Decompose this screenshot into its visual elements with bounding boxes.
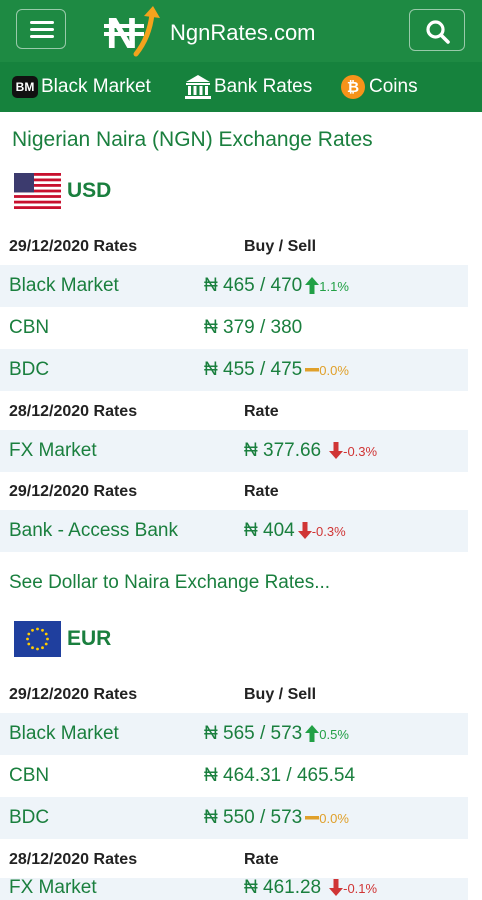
rate-value-text: ₦ 565 / 573 bbox=[204, 723, 303, 744]
search-icon bbox=[426, 20, 450, 44]
rate-value-text: ₦ 377.66 bbox=[244, 440, 322, 461]
rate-label: FX Market bbox=[9, 878, 97, 898]
rates-column-title: Rate bbox=[244, 851, 279, 868]
bitcoin-icon: ₿ bbox=[341, 75, 365, 99]
rates-column-title: Rate bbox=[244, 483, 279, 500]
rate-row-bdc[interactable]: BDC ₦ 455 / 475 0.0% bbox=[0, 349, 468, 391]
logo-icon[interactable]: N bbox=[104, 4, 162, 58]
menu-icon bbox=[30, 21, 54, 24]
rate-row-bdc[interactable]: BDC ₦ 550 / 573 0.0% bbox=[0, 797, 468, 839]
rates-header: 29/12/2020 Rates Buy / Sell bbox=[0, 229, 468, 265]
bm-icon: BM bbox=[12, 76, 38, 98]
rates-header: 29/12/2020 Rates Buy / Sell bbox=[0, 677, 468, 713]
nav-item-label: Coins bbox=[369, 76, 418, 97]
menu-button[interactable] bbox=[16, 9, 66, 49]
rate-value: ₦ 379 / 380 bbox=[204, 317, 303, 338]
rate-change: 0.5% bbox=[319, 727, 349, 742]
menu-icon-line bbox=[30, 28, 54, 31]
rate-label: Bank - Access Bank bbox=[9, 520, 178, 541]
rate-row-cbn[interactable]: CBN ₦ 379 / 380 bbox=[0, 307, 468, 349]
top-bar: N NgnRates.com bbox=[0, 0, 482, 62]
rate-value: ₦ 565 / 573 0.5% bbox=[204, 713, 349, 756]
currency-code: USD bbox=[67, 179, 112, 202]
arrow-down-icon bbox=[329, 879, 344, 897]
rates-column-title: Buy / Sell bbox=[244, 686, 317, 703]
rate-label: Black Market bbox=[9, 275, 119, 296]
rate-value-text: ₦ 455 / 475 bbox=[204, 359, 303, 380]
rate-label: CBN bbox=[9, 317, 50, 338]
rates-header: 29/12/2020 Rates Rate bbox=[0, 474, 468, 510]
eu-flag-icon bbox=[14, 621, 61, 657]
rate-change: 0.0% bbox=[319, 363, 349, 378]
dash-icon bbox=[305, 367, 320, 372]
currency-heading-usd[interactable]: USD bbox=[14, 171, 111, 211]
rates-header: 28/12/2020 Rates Rate bbox=[0, 394, 468, 430]
rates-header: 28/12/2020 Rates Rate bbox=[0, 842, 468, 878]
rates-date: 29/12/2020 Rates bbox=[9, 238, 138, 255]
currency-heading-eur[interactable]: EUR bbox=[14, 619, 111, 659]
rate-value-text: ₦ 461.28 bbox=[244, 878, 322, 898]
rate-value-text: ₦ 550 / 573 bbox=[204, 807, 303, 828]
rate-row-cbn[interactable]: CBN ₦ 464.31 / 465.54 bbox=[0, 755, 468, 797]
rate-value: ₦ 377.66 -0.3% bbox=[244, 430, 377, 473]
rate-change: -0.1% bbox=[343, 881, 378, 896]
rate-value-text: ₦ 465 / 470 bbox=[204, 275, 303, 296]
dash-icon bbox=[305, 815, 320, 820]
rate-label: BDC bbox=[9, 807, 50, 828]
rate-change: 1.1% bbox=[319, 279, 349, 294]
arrow-down-icon bbox=[329, 442, 344, 460]
nav-item-label: Black Market bbox=[41, 76, 151, 97]
rate-label: CBN bbox=[9, 765, 50, 786]
rate-label: BDC bbox=[9, 359, 50, 380]
rate-change: -0.3% bbox=[343, 444, 378, 459]
nav-item-label: Bank Rates bbox=[214, 76, 313, 97]
see-dollar-rates-link[interactable]: See Dollar to Naira Exchange Rates... bbox=[9, 572, 330, 594]
rates-date: 29/12/2020 Rates bbox=[9, 483, 138, 500]
nav-item-black-market[interactable]: BM Black Market bbox=[12, 62, 151, 112]
rate-value: ₦ 455 / 475 0.0% bbox=[204, 349, 349, 392]
nav-item-coins[interactable]: ₿ Coins bbox=[341, 62, 418, 112]
arrow-down-icon bbox=[297, 522, 312, 540]
rate-value: ₦ 465 / 470 1.1% bbox=[204, 265, 349, 308]
arrow-up-icon bbox=[305, 725, 320, 743]
rates-date: 29/12/2020 Rates bbox=[9, 686, 138, 703]
page-title: Nigerian Naira (NGN) Exchange Rates bbox=[12, 128, 373, 151]
rate-value: ₦ 404 -0.3% bbox=[244, 510, 346, 553]
rates-column-title: Rate bbox=[244, 403, 279, 420]
rate-value: ₦ 464.31 / 465.54 bbox=[204, 765, 356, 786]
rate-value: ₦ 461.28 -0.1% bbox=[244, 878, 377, 900]
nav-item-bank-rates[interactable]: Bank Rates bbox=[184, 62, 312, 112]
rate-change: 0.0% bbox=[319, 811, 349, 826]
rate-value-text: ₦ 404 bbox=[244, 520, 295, 541]
rates-date: 28/12/2020 Rates bbox=[9, 851, 138, 868]
rate-row-black-market[interactable]: Black Market ₦ 465 / 470 1.1% bbox=[0, 265, 468, 307]
arrow-up-icon bbox=[305, 277, 320, 295]
rate-row-fx-market[interactable]: FX Market ₦ 377.66 -0.3% bbox=[0, 430, 468, 472]
rate-row-fx-market[interactable]: FX Market ₦ 461.28 -0.1% bbox=[0, 878, 468, 900]
rates-date: 28/12/2020 Rates bbox=[9, 403, 138, 420]
currency-code: EUR bbox=[67, 627, 112, 650]
rate-row-access-bank[interactable]: Bank - Access Bank ₦ 404 -0.3% bbox=[0, 510, 468, 552]
rate-value: ₦ 550 / 573 0.0% bbox=[204, 797, 349, 840]
search-button[interactable] bbox=[409, 9, 465, 51]
rates-column-title: Buy / Sell bbox=[244, 238, 317, 255]
site-name[interactable]: NgnRates.com bbox=[170, 20, 316, 46]
rate-row-black-market[interactable]: Black Market ₦ 565 / 573 0.5% bbox=[0, 713, 468, 755]
rate-label: FX Market bbox=[9, 440, 97, 461]
us-flag-icon bbox=[14, 173, 61, 209]
menu-icon-line bbox=[30, 35, 54, 38]
rate-label: Black Market bbox=[9, 723, 119, 744]
nav-bar: BM Black Market Bank Rates ₿ Coins bbox=[0, 62, 482, 112]
rate-change: -0.3% bbox=[311, 524, 346, 539]
bank-icon bbox=[185, 75, 211, 99]
